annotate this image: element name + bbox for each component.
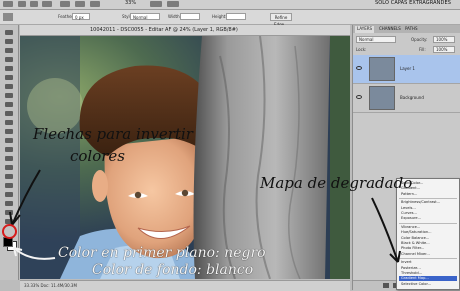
screen-mode-icon[interactable] (167, 1, 179, 7)
path-select-tool-icon[interactable] (4, 173, 14, 180)
menu-item-levels[interactable]: Levels... (399, 206, 457, 211)
mini-bridge-icon[interactable] (30, 1, 38, 7)
options-bar: Feather: 0 px Style: Normal Width: Heigh… (0, 10, 460, 27)
clone-stamp-tool-icon[interactable] (4, 101, 14, 108)
history-brush-tool-icon[interactable] (4, 110, 14, 117)
feather-input[interactable]: 0 px (72, 13, 90, 20)
menu-item-vibrance[interactable]: Vibrance... (399, 225, 457, 230)
annotation-gradient-map: Mapa de degradado (260, 174, 413, 192)
application-bar: 33% SÓLO CAPAS EXTRAGRANDES (0, 0, 460, 10)
width-input[interactable] (180, 13, 200, 20)
swap-colors-highlight (2, 224, 17, 239)
menu-item-invert[interactable]: Invert (399, 260, 457, 265)
fill-input[interactable]: 100% (433, 46, 455, 53)
document-status: 33.33% Doc: 11.4M/30.3M (24, 283, 77, 288)
gradient-tool-icon[interactable] (4, 128, 14, 135)
type-tool-icon[interactable] (4, 164, 14, 171)
layer-thumbnail (369, 57, 395, 81)
menu-item-channel-mixer[interactable]: Channel Mixer... (399, 252, 457, 257)
bridge-icon[interactable] (18, 1, 26, 7)
menu-item-black-white[interactable]: Black & White... (399, 241, 457, 246)
zoom-level[interactable]: 33% (125, 0, 136, 6)
annotation-background: Color de fondo: blanco (92, 262, 254, 278)
menu-item-curves[interactable]: Curves... (399, 211, 457, 216)
menu-item-color-balance[interactable]: Color Balance... (399, 236, 457, 241)
brush-tool-icon[interactable] (4, 92, 14, 99)
menu-separator (399, 258, 457, 260)
view-extras-icon[interactable] (42, 1, 52, 7)
menu-item-gradient-map[interactable]: Gradient Map... (399, 276, 457, 282)
visibility-eye-icon[interactable] (356, 66, 362, 70)
layer-name: Layer 1 (400, 66, 415, 71)
menu-item-selective-color[interactable]: Selective Color... (399, 282, 457, 287)
menu-item-posterize[interactable]: Posterize... (399, 266, 457, 271)
crop-tool-icon[interactable] (4, 65, 14, 72)
dodge-tool-icon[interactable] (4, 146, 14, 153)
marquee-tool-icon[interactable] (4, 38, 14, 45)
pen-tool-icon[interactable] (4, 155, 14, 162)
refine-edge-button[interactable]: Refine Edge... (270, 13, 292, 27)
move-tool-icon[interactable] (4, 29, 14, 36)
arrange-documents-icon[interactable] (150, 1, 162, 7)
status-bar: 33.33% Doc: 11.4M/30.3M (20, 280, 350, 291)
layer-row-layer-1[interactable]: Layer 1 (353, 55, 460, 84)
toolbox (0, 25, 19, 280)
panel-tabs: LAYERS CHANNELS PATHS (353, 25, 460, 33)
blend-mode-select[interactable]: Normal (356, 36, 396, 43)
menu-item-threshold[interactable]: Threshold... (399, 271, 457, 276)
marquee-preset-icon[interactable] (3, 13, 13, 21)
layer-name: Background (400, 95, 424, 100)
fill-label: Fill: (419, 47, 426, 52)
layer-row-background[interactable]: Background (353, 84, 460, 113)
menu-item-hue-saturation[interactable]: Hue/Saturation... (399, 230, 457, 235)
menu-separator (399, 198, 457, 200)
menu-item-pattern[interactable]: Pattern... (399, 192, 457, 197)
menu-item-brightness-contrast[interactable]: Brightness/Contrast... (399, 200, 457, 205)
quick-select-tool-icon[interactable] (4, 56, 14, 63)
hand-tool-icon[interactable] (60, 1, 70, 7)
lasso-tool-icon[interactable] (4, 47, 14, 54)
adjustment-layer-menu: Solid Color... Gradient... Pattern... Brigh… (396, 178, 460, 290)
healing-brush-tool-icon[interactable] (4, 83, 14, 90)
link-layers-icon[interactable] (383, 283, 389, 288)
height-input[interactable] (226, 13, 246, 20)
rotate-view-icon[interactable] (90, 1, 100, 7)
zoom-tool-icon[interactable] (75, 1, 85, 7)
menu-item-photo-filter[interactable]: Photo Filter... (399, 246, 457, 251)
document-tab[interactable]: 10042011 - DSC0055 - Editar AF @ 24% (La… (20, 25, 350, 36)
menu-separator (399, 222, 457, 224)
annotation-swap-line2: colores (70, 147, 126, 165)
style-select[interactable]: Normal (130, 13, 160, 20)
layer-thumbnail (369, 86, 395, 110)
visibility-eye-icon[interactable] (356, 95, 362, 99)
tab-layers[interactable]: LAYERS (355, 26, 375, 33)
ps-logo-icon (3, 1, 13, 7)
workspace-switcher[interactable]: SÓLO CAPAS EXTRAGRANDES (375, 0, 451, 6)
hand-tool-icon[interactable] (4, 209, 14, 216)
blur-tool-icon[interactable] (4, 137, 14, 144)
document-title: 10042011 - DSC0055 - Editar AF @ 24% (La… (90, 27, 238, 33)
annotation-swap-line1: Flechas para invertir (33, 125, 193, 143)
3d-rotate-tool-icon[interactable] (4, 191, 14, 198)
menu-item-exposure[interactable]: Exposure... (399, 216, 457, 221)
lock-label: Lock: (356, 47, 367, 52)
tab-channels[interactable]: CHANNELS (377, 26, 403, 31)
height-label: Height: (212, 14, 227, 19)
eraser-tool-icon[interactable] (4, 119, 14, 126)
tab-paths[interactable]: PATHS (403, 26, 420, 31)
eyedropper-tool-icon[interactable] (4, 74, 14, 81)
annotation-foreground: Color en primer plano: negro (58, 245, 266, 261)
opacity-input[interactable]: 100% (433, 36, 455, 43)
opacity-label: Opacity: (411, 37, 428, 42)
shape-tool-icon[interactable] (4, 182, 14, 189)
3d-orbit-tool-icon[interactable] (4, 200, 14, 207)
